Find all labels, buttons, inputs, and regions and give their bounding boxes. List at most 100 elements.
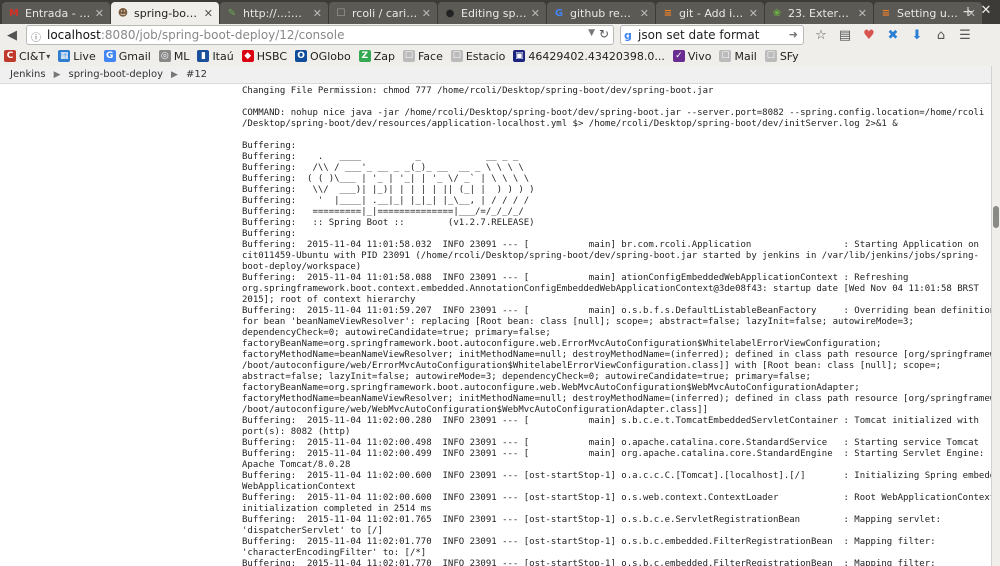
windows-icon: ▦	[58, 50, 71, 62]
home-icon[interactable]: ⌂	[930, 26, 952, 44]
breadcrumb: Jenkins ▶ spring-boot-deploy ▶ #12	[0, 66, 991, 84]
console-line: Buffering: /\\ / ___'_ __ _ _(_)_ __ __ …	[242, 163, 524, 173]
console-line: Buffering: \\/ ___)| |_)| | | | | || (_|…	[242, 185, 535, 195]
bookmarks-bar: C CI&T ▾ ▦ Live G Gmail ◎ ML ▮ Itaú ◆ HSBC O OGlobo Z Za…	[0, 46, 1000, 66]
tab-title: http://...:8082/	[243, 6, 309, 20]
vivo-icon: ✓	[672, 50, 685, 62]
console-line: abstract=false; lazyInit=false; autowire…	[242, 372, 811, 382]
tab-title: rcoli / carire-i...	[352, 6, 418, 20]
console-line: port(s): 8082 (http)	[242, 427, 351, 437]
bookmark-item[interactable]: C CI&T ▾	[4, 50, 50, 63]
tab[interactable]: ✎ http://...:8082/ ✕	[220, 2, 328, 24]
bookmark-item[interactable]: ☐ Mail	[719, 49, 757, 63]
reload-icon[interactable]: ↻	[599, 27, 609, 41]
breadcrumb-job[interactable]: spring-boot-deploy	[68, 69, 163, 80]
tab[interactable]: M Entrada - rog... ✕	[2, 2, 110, 24]
console-line: Buffering: 2015-11-04 11:01:58.088 INFO …	[242, 273, 909, 283]
tab[interactable]: ❀ 23. Externaliz... ✕	[765, 2, 873, 24]
tab[interactable]: ☐ rcoli / carire-i... ✕	[329, 2, 437, 24]
close-tab-icon[interactable]: ✕	[531, 7, 540, 20]
bookmark-item[interactable]: ▣ 46429402.43420398.0...	[513, 50, 665, 63]
close-tab-icon[interactable]: ✕	[640, 7, 649, 20]
bookmark-label: Mail	[734, 49, 757, 63]
bookmark-star-icon[interactable]: ☆	[810, 26, 832, 44]
console-line: Buffering: 2015-11-04 11:02:00.600 INFO …	[242, 493, 991, 503]
tab[interactable]: ☻ spring-boot-... ✕	[111, 2, 219, 24]
close-tab-icon[interactable]: ✕	[95, 7, 104, 20]
console-text: Changing File Permission: chmod 777 /hom…	[0, 84, 991, 566]
bookmark-item[interactable]: ☐ Estacio	[450, 49, 506, 63]
stackoverflow-icon: ≡	[663, 7, 673, 19]
new-tab-button[interactable]: +	[960, 4, 976, 20]
tab[interactable]: Ggithub readm... ✕	[547, 2, 655, 24]
spring-icon: ❀	[772, 7, 782, 19]
bookmark-item[interactable]: ▦ Live	[58, 50, 96, 63]
close-window-icon[interactable]: ✕	[978, 3, 994, 19]
gmail-icon: M	[9, 7, 19, 19]
console-line: org.springframework.boot.context.embedde…	[242, 284, 979, 294]
itau-icon: ▮	[197, 50, 210, 62]
bookmark-item[interactable]: ◎ ML	[158, 50, 189, 63]
bookmark-item[interactable]: ▮ Itaú	[197, 49, 234, 63]
bookmark-label: OGlobo	[310, 49, 351, 63]
bookmark-label: Vivo	[687, 49, 712, 63]
search-bar[interactable]: g json set date format ➜	[620, 25, 804, 45]
google-search-icon[interactable]: g	[624, 29, 638, 42]
vertical-scrollbar[interactable]	[991, 66, 1000, 566]
console-line: Buffering: 2015-11-04 11:02:00.600 INFO …	[242, 471, 991, 481]
bookmark-item[interactable]: ◆ HSBC	[241, 49, 288, 63]
bookmark-label: Itaú	[212, 49, 234, 63]
bookmark-item[interactable]: G Gmail	[103, 50, 151, 63]
github-icon: ●	[445, 7, 455, 19]
back-button[interactable]: ◀	[3, 26, 21, 44]
console-line: Buffering: ( ( )\___ | '_ | '_| | '_ \/ …	[242, 174, 530, 184]
console-line: 'characterEncodingFilter' to: [/*]	[242, 548, 427, 558]
tab-title: Entrada - rog...	[25, 6, 91, 20]
tab[interactable]: ● Editing spring... ✕	[438, 2, 546, 24]
tab-strip: M Entrada - rog... ✕ ☻ spring-boot-... ✕ ✎ http…	[0, 0, 1000, 24]
address-path: :8080/job/spring-boot-deploy/12/console	[100, 28, 345, 42]
console-line: Buffering: 2015-11-04 11:02:01.765 INFO …	[242, 515, 941, 525]
extension-icon[interactable]: ✖	[882, 26, 904, 44]
page-icon: ☐	[764, 50, 777, 62]
bookmark-label: HSBC	[256, 49, 288, 63]
page-info-icon[interactable]: ⓘ	[31, 29, 43, 44]
close-tab-icon[interactable]: ✕	[749, 7, 758, 20]
page-icon: ☐	[719, 50, 732, 62]
console-line: factoryBeanName=org.springframework.boot…	[242, 339, 882, 349]
bookmark-item[interactable]: O OGlobo	[295, 50, 351, 63]
download-icon[interactable]: ⬇	[906, 26, 928, 44]
tab[interactable]: ≡ git - Add ima... ✕	[656, 2, 764, 24]
console-line: Buffering: 2015-11-04 11:01:59.207 INFO …	[242, 306, 991, 316]
breadcrumb-jenkins[interactable]: Jenkins	[10, 69, 46, 80]
zap-icon: Z	[358, 50, 371, 62]
menu-icon[interactable]: ☰	[954, 26, 976, 44]
bookmark-item[interactable]: ☐ SFy	[764, 50, 799, 63]
breadcrumb-separator-icon: ▶	[53, 69, 61, 80]
bookmark-item[interactable]: ✓ Vivo	[672, 49, 712, 63]
close-tab-icon[interactable]: ✕	[422, 7, 431, 20]
scrollbar-thumb[interactable]	[993, 206, 999, 228]
address-bar[interactable]: ⓘ localhost:8080/job/spring-boot-deploy/…	[26, 25, 614, 45]
console-line: Buffering: :: Spring Boot :: (v1.2.7.REL…	[242, 218, 535, 228]
breadcrumb-build[interactable]: #12	[186, 69, 207, 80]
bookmark-label: Estacio	[465, 49, 506, 63]
bookmark-item[interactable]: Z Zap	[358, 50, 395, 63]
console-line: 'dispatcherServlet' to [/]	[242, 526, 383, 536]
address-dropdown-icon[interactable]: ▼	[588, 28, 595, 38]
reader-icon[interactable]: ▤	[834, 26, 856, 44]
close-tab-icon[interactable]: ✕	[858, 7, 867, 20]
search-input[interactable]: json set date format	[638, 28, 759, 42]
close-tab-icon[interactable]: ✕	[313, 7, 322, 20]
close-tab-icon[interactable]: ✕	[204, 7, 213, 20]
console-line: for bean 'beanNameViewResolver': replaci…	[242, 317, 914, 327]
browser-toolbar: ◀ ⓘ localhost:8080/job/spring-boot-deplo…	[0, 24, 1000, 46]
console-line: Changing File Permission: chmod 777 /hom…	[242, 86, 714, 96]
console-line: Apache Tomcat/8.0.28	[242, 460, 351, 470]
chevron-down-icon: ▾	[46, 51, 51, 61]
bitbucket-icon: ☐	[336, 7, 346, 19]
search-go-icon[interactable]: ➜	[789, 28, 798, 41]
console-line: Buffering:	[242, 229, 297, 239]
bookmark-item[interactable]: ☐ Face	[402, 50, 443, 63]
pocket-icon[interactable]: ♥	[858, 26, 880, 44]
